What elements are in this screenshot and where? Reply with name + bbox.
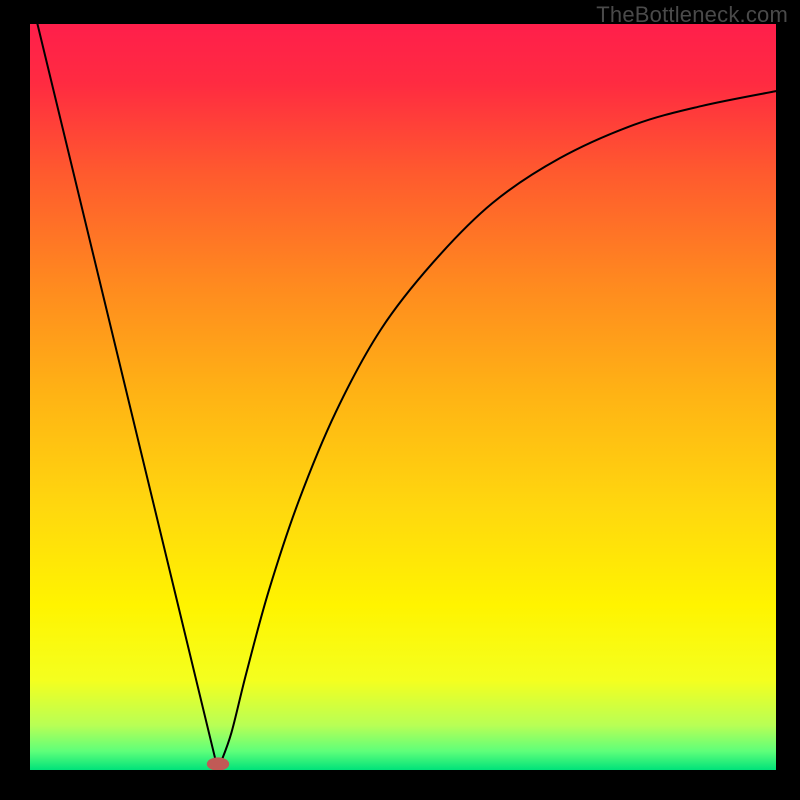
gradient-background: [30, 24, 776, 770]
chart-container: TheBottleneck.com: [0, 0, 800, 800]
chart-svg: [30, 24, 776, 770]
plot-area: [30, 24, 776, 770]
watermark-text: TheBottleneck.com: [596, 2, 788, 28]
